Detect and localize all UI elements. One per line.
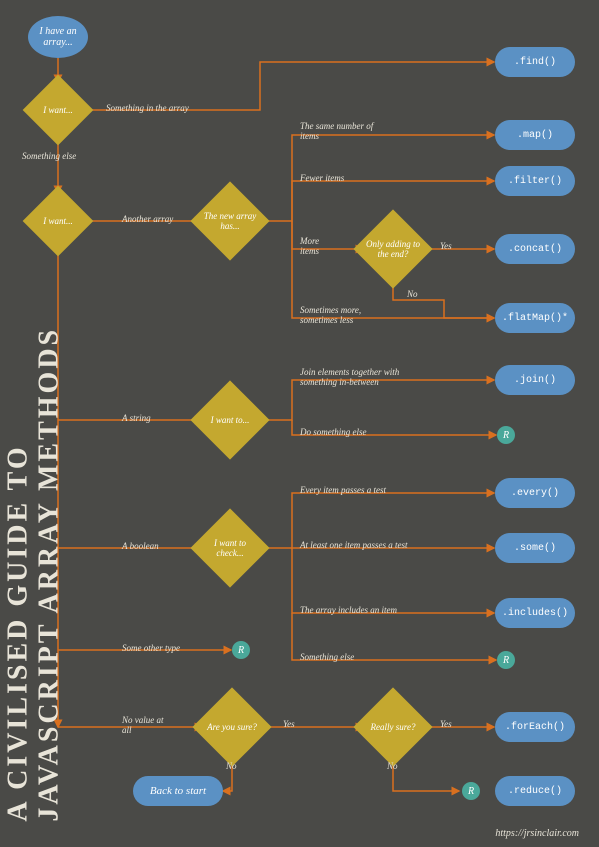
r-node-other-type: R: [232, 641, 250, 659]
method-find: .find(): [495, 47, 575, 77]
label-do-else: Do something else: [300, 428, 367, 438]
label-yes-2: Yes: [283, 720, 295, 730]
method-some: .some(): [495, 533, 575, 563]
method-foreach: .forEach(): [495, 712, 575, 742]
label-something-else: Something else: [22, 152, 76, 162]
label-a-string: A string: [122, 414, 151, 424]
label-no-2: No: [226, 762, 237, 772]
label-fewer: Fewer items: [300, 174, 344, 184]
back-to-start: Back to start: [133, 776, 223, 806]
r-node-reduce: R: [462, 782, 480, 800]
label-no-value: No value at all: [122, 716, 172, 736]
method-concat: .concat(): [495, 234, 575, 264]
method-filter: .filter(): [495, 166, 575, 196]
label-more: More items: [300, 237, 340, 257]
label-join-elems: Join elements together with something in…: [300, 368, 420, 388]
r-node-bool-else: R: [497, 651, 515, 669]
label-a-bool: A boolean: [122, 542, 159, 552]
label-some-other: Some other type: [122, 644, 180, 654]
label-at-least-one: At least one item passes a test: [300, 541, 408, 551]
label-no-1: No: [407, 290, 418, 300]
diamond-want-1: I want...: [28, 80, 88, 140]
label-every-test: Every item passes a test: [300, 486, 386, 496]
label-yes-3: Yes: [440, 720, 452, 730]
label-sometimes: Sometimes more, sometimes less: [300, 306, 390, 326]
label-includes-item: The array includes an item: [300, 606, 397, 616]
method-reduce: .reduce(): [495, 776, 575, 806]
method-every: .every(): [495, 478, 575, 508]
poster-title: A CIVILISED GUIDE TOJAVASCRIPT ARRAY MET…: [3, 327, 65, 822]
credit: https://jrsinclair.com: [495, 828, 579, 839]
diamond-really: Really sure?: [363, 697, 423, 757]
r-node-string: R: [497, 426, 515, 444]
label-no-3: No: [387, 762, 398, 772]
diamond-want-string: I want to...: [200, 390, 260, 450]
diamond-only-end: Only adding to the end?: [363, 219, 423, 279]
diamond-want-2: I want...: [28, 191, 88, 251]
method-includes: .includes(): [495, 598, 575, 628]
label-something-in-array: Something in the array: [106, 104, 189, 114]
label-yes-1: Yes: [440, 242, 452, 252]
label-something-else-2: Something else: [300, 653, 354, 663]
method-flatmap: .flatMap()*: [495, 303, 575, 333]
diamond-sure: Are you sure?: [202, 697, 262, 757]
label-same-number: The same number of items: [300, 122, 390, 142]
label-another-array: Another array: [122, 215, 173, 225]
diamond-want-bool: I want to check...: [200, 518, 260, 578]
start-node: I have an array...: [28, 16, 88, 58]
method-map: .map(): [495, 120, 575, 150]
diamond-new-array: The new array has...: [200, 191, 260, 251]
method-join: .join(): [495, 365, 575, 395]
